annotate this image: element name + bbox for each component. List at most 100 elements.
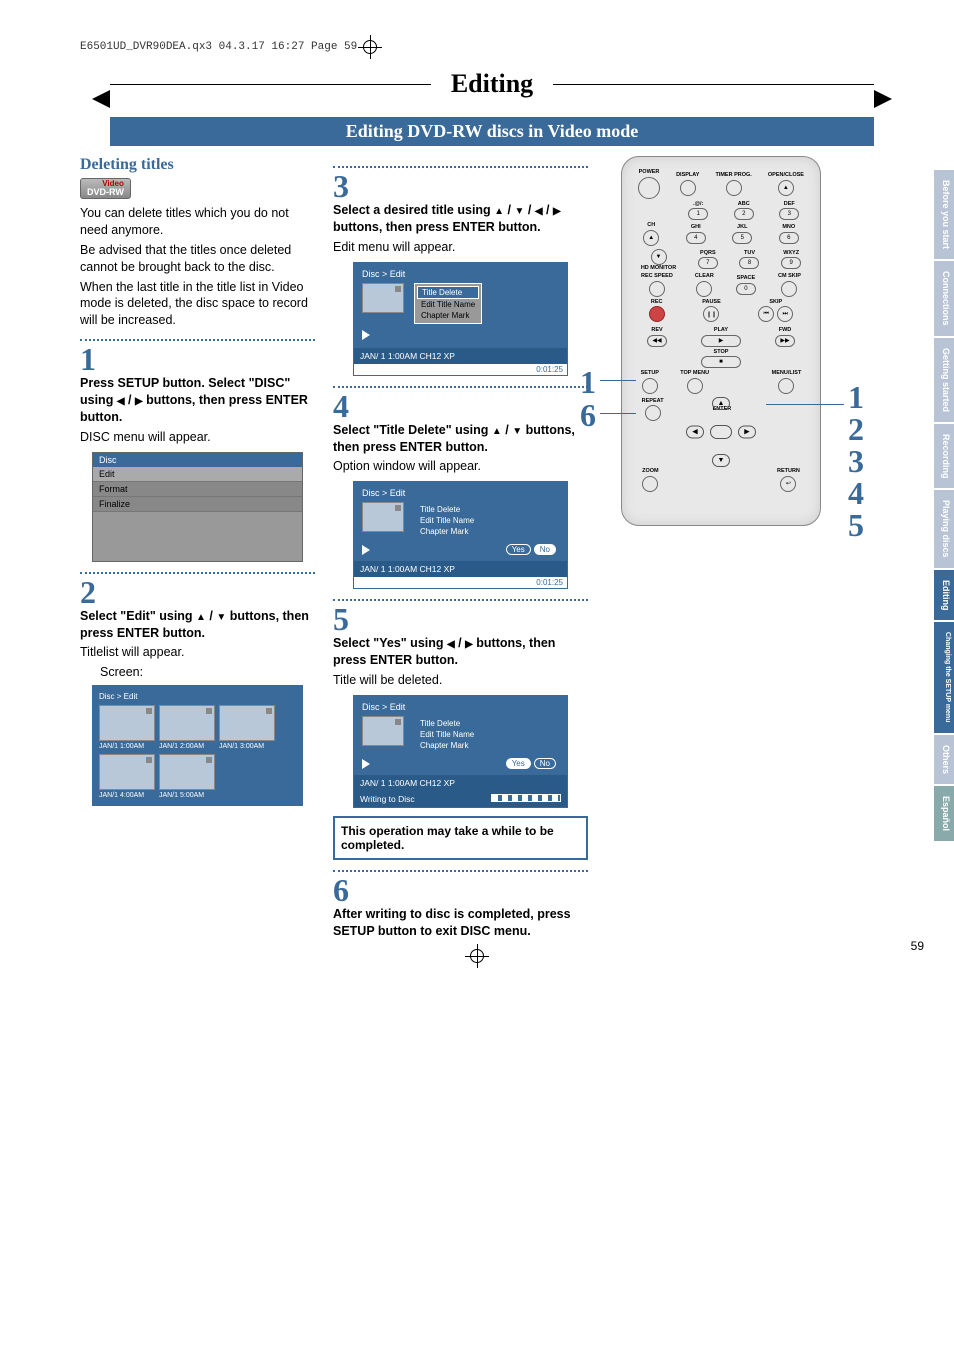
key-label: MNO — [782, 225, 795, 231]
display-button[interactable] — [680, 180, 696, 196]
num-1-button[interactable]: 1 — [688, 208, 708, 220]
side-tabs: Before you start Connections Getting sta… — [934, 170, 954, 843]
tab-others[interactable]: Others — [934, 735, 954, 786]
progress-bar-icon — [491, 794, 561, 802]
tab-getting-started[interactable]: Getting started — [934, 338, 954, 424]
tab-before-you-start[interactable]: Before you start — [934, 170, 954, 261]
num-2-button[interactable]: 2 — [734, 208, 754, 220]
callout-r1: 1 — [848, 381, 864, 413]
play-icon — [362, 330, 370, 340]
dpad-left-button[interactable]: ◀ — [686, 425, 704, 438]
dpad-up-button[interactable]: ▲ — [712, 397, 730, 410]
fwd-button[interactable]: ▶▶ — [775, 335, 795, 347]
key-label: TOP MENU — [680, 371, 709, 377]
skip-back-button[interactable]: ⏮ — [758, 306, 774, 322]
title-thumb — [362, 283, 404, 313]
num-0-button[interactable]: 0 — [736, 283, 756, 295]
osd-menu-item: Edit Title Name — [416, 515, 478, 526]
divider — [333, 870, 588, 872]
step-5-after: Title will be deleted. — [333, 672, 588, 689]
timerprog-button[interactable] — [726, 180, 742, 196]
page-title: Editing — [431, 69, 553, 99]
power-label: POWER — [639, 170, 660, 176]
titlelist-header: Disc > Edit — [99, 692, 296, 701]
key-label: REC SPEED — [641, 274, 673, 280]
setup-button[interactable] — [642, 378, 658, 394]
topmenu-button[interactable] — [687, 378, 703, 394]
rec-button[interactable] — [649, 306, 665, 322]
num-4-button[interactable]: 4 — [686, 232, 706, 244]
step-4-number: 4 — [333, 390, 588, 422]
tab-playing-discs[interactable]: Playing discs — [934, 490, 954, 570]
page-number: 59 — [911, 939, 924, 953]
num-7-button[interactable]: 7 — [698, 257, 718, 269]
step-1-number: 1 — [80, 343, 315, 375]
osd-submenu: Title Delete Edit Title Name Chapter Mar… — [414, 283, 482, 324]
skip-fwd-button[interactable]: ⏭ — [777, 306, 793, 322]
divider — [333, 599, 588, 601]
key-label: SPACE — [737, 276, 756, 282]
openclose-button[interactable]: ▲ — [778, 180, 794, 196]
screen-label: Screen: — [100, 664, 315, 681]
step-6-instruction: After writing to disc is completed, pres… — [333, 906, 588, 940]
recspeed-button[interactable] — [649, 281, 665, 297]
repeat-button[interactable] — [645, 405, 661, 421]
key-label: REC — [651, 300, 663, 306]
ch-up-button[interactable]: ▲ — [643, 230, 659, 246]
num-5-button[interactable]: 5 — [732, 232, 752, 244]
disc-menu-osd: Disc Edit Format Finalize — [92, 452, 303, 562]
disc-menu-item: Edit — [93, 467, 302, 482]
num-9-button[interactable]: 9 — [781, 257, 801, 269]
play-button[interactable]: ▶ — [701, 335, 741, 347]
openclose-label: OPEN/CLOSE — [768, 173, 804, 179]
crop-mark-icon — [363, 40, 377, 54]
tab-changing-setup[interactable]: Changing the SETUP menu — [934, 622, 954, 735]
disc-menu-item: Finalize — [93, 497, 302, 512]
osd-submenu: Title Delete Edit Title Name Chapter Mar… — [414, 716, 480, 753]
stop-button[interactable]: ■ — [701, 356, 741, 368]
pause-button[interactable]: ❙❙ — [703, 306, 719, 322]
return-button[interactable]: ↩ — [780, 476, 796, 492]
callout-r4: 4 — [848, 477, 864, 509]
osd-menu-item: Title Delete — [416, 718, 478, 729]
key-label: ABC — [738, 202, 750, 208]
arrow-left-icon — [92, 90, 110, 108]
callout-r2: 2 — [848, 413, 864, 445]
step-4-instruction: Select "Title Delete" using ▲ / ▼ button… — [333, 422, 588, 456]
divider — [80, 572, 315, 574]
key-label: MENU/LIST — [772, 371, 802, 377]
tab-espanol[interactable]: Español — [934, 786, 954, 843]
tab-connections[interactable]: Connections — [934, 261, 954, 338]
power-button[interactable] — [638, 177, 660, 199]
step-2-number: 2 — [80, 576, 315, 608]
remote-control: POWER DISPLAY TIMER PROG. OPEN/CLOSE▲ .@… — [621, 156, 821, 526]
rev-button[interactable]: ◀◀ — [647, 335, 667, 347]
tab-recording[interactable]: Recording — [934, 424, 954, 491]
key-label: GHI — [691, 225, 701, 231]
left-triangle-icon: ◀ — [447, 639, 455, 650]
key-label: REV — [651, 328, 662, 334]
num-6-button[interactable]: 6 — [779, 232, 799, 244]
menulist-button[interactable] — [778, 378, 794, 394]
clear-button[interactable] — [696, 281, 712, 297]
osd-status: JAN/ 1 1:00AM CH12 XP — [354, 348, 567, 364]
up-triangle-icon: ▲ — [492, 426, 502, 437]
step-4-after: Option window will appear. — [333, 458, 588, 475]
tab-editing[interactable]: Editing — [934, 570, 954, 623]
enter-button[interactable] — [710, 425, 732, 439]
step-3-after: Edit menu will appear. — [333, 239, 588, 256]
dpad-right-button[interactable]: ▶ — [738, 425, 756, 438]
title-thumb — [362, 716, 404, 746]
zoom-button[interactable] — [642, 476, 658, 492]
dpad-down-button[interactable]: ▼ — [712, 454, 730, 467]
disc-menu-item: Format — [93, 482, 302, 497]
step-2-instruction: Select "Edit" using ▲ / ▼ buttons, then … — [80, 608, 315, 642]
num-3-button[interactable]: 3 — [779, 208, 799, 220]
play-icon — [362, 545, 370, 555]
osd-menu-item: Chapter Mark — [416, 526, 478, 537]
up-triangle-icon: ▲ — [494, 206, 504, 217]
num-8-button[interactable]: 8 — [739, 257, 759, 269]
cmskip-button[interactable] — [781, 281, 797, 297]
intro-p2: Be advised that the titles once deleted … — [80, 242, 315, 276]
ch-down-button[interactable]: ▼ — [651, 249, 667, 265]
